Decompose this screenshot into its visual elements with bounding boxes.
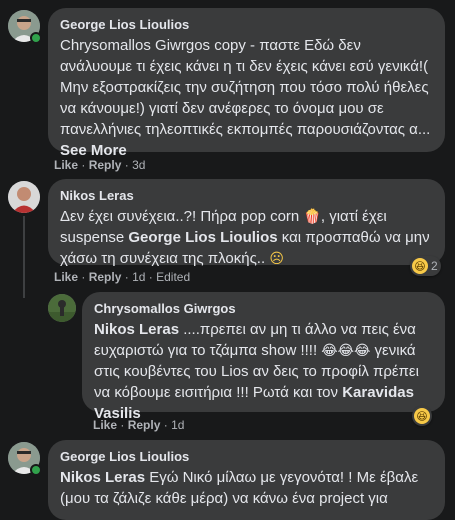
separator: · bbox=[124, 270, 129, 284]
separator: · bbox=[163, 418, 168, 432]
edited-label[interactable]: Edited bbox=[156, 270, 190, 284]
comment-text: Nikos Leras Εγώ Νικό μίλαω με γεγονότα! … bbox=[60, 467, 433, 509]
mention-link[interactable]: Nikos Leras bbox=[60, 469, 145, 486]
separator: · bbox=[124, 158, 129, 172]
like-button[interactable]: Like bbox=[54, 270, 78, 284]
comment-bubble: George Lios Lioulios Nikos Leras Εγώ Νικ… bbox=[48, 440, 445, 520]
comment-author[interactable]: George Lios Lioulios bbox=[60, 448, 433, 465]
online-status-indicator bbox=[30, 464, 42, 476]
reaction-count: 2 bbox=[431, 259, 438, 273]
comment-actions: Like · Reply · 1d bbox=[93, 418, 184, 432]
separator: · bbox=[148, 270, 153, 284]
comment-body: Chrysomallos Giwrgos copy - παστε Εδώ δε… bbox=[60, 37, 431, 138]
online-status-indicator bbox=[30, 32, 42, 44]
separator: · bbox=[81, 270, 86, 284]
profile-photo-icon bbox=[48, 294, 76, 322]
comment-author[interactable]: George Lios Lioulios bbox=[60, 16, 433, 33]
comment-timestamp[interactable]: 3d bbox=[132, 158, 145, 172]
comment-bubble: George Lios Lioulios Chrysomallos Giwrgo… bbox=[48, 8, 445, 159]
like-button[interactable]: Like bbox=[93, 418, 117, 432]
avatar[interactable] bbox=[48, 294, 76, 322]
reply-button[interactable]: Reply bbox=[89, 158, 122, 172]
frowning-face-icon: ☹ bbox=[269, 250, 284, 266]
comment-text: Δεν έχει συνέχεια..?! Πήρα pop corn 🍿, γ… bbox=[60, 206, 433, 269]
popcorn-icon: 🍿 bbox=[303, 208, 321, 224]
comment-timestamp[interactable]: 1d bbox=[132, 270, 145, 284]
haha-reaction-icon: 😆 bbox=[412, 258, 428, 274]
reaction-summary[interactable]: 😆 2 bbox=[410, 256, 441, 276]
comment-text: Nikos Leras ....πρεπει αν μη τι άλλο να … bbox=[94, 319, 433, 424]
reply-button[interactable]: Reply bbox=[128, 418, 161, 432]
mention-link[interactable]: Nikos Leras bbox=[94, 321, 179, 338]
comment-timestamp[interactable]: 1d bbox=[171, 418, 184, 432]
reply-button[interactable]: Reply bbox=[89, 270, 122, 284]
comment-body: Δεν έχει συνέχεια..?! Πήρα pop corn bbox=[60, 208, 300, 225]
avatar[interactable] bbox=[8, 181, 40, 213]
haha-reaction-icon: 😆 bbox=[414, 408, 430, 424]
separator: · bbox=[120, 418, 125, 432]
see-more-link[interactable]: See More bbox=[60, 142, 127, 159]
reaction-summary[interactable]: 😆 bbox=[412, 406, 432, 426]
separator: · bbox=[81, 158, 86, 172]
comment-author[interactable]: Chrysomallos Giwrgos bbox=[94, 300, 433, 317]
comment-author[interactable]: Nikos Leras bbox=[60, 187, 433, 204]
tears-of-joy-icon: 😂😂😂 bbox=[321, 342, 371, 358]
comment-actions: Like · Reply · 3d bbox=[54, 158, 145, 172]
comment-text: Chrysomallos Giwrgos copy - παστε Εδώ δε… bbox=[60, 35, 433, 161]
comment-bubble: Nikos Leras Δεν έχει συνέχεια..?! Πήρα p… bbox=[48, 179, 445, 267]
comment-bubble: Chrysomallos Giwrgos Nikos Leras ....πρε… bbox=[82, 292, 445, 422]
thread-connector bbox=[23, 216, 25, 298]
like-button[interactable]: Like bbox=[54, 158, 78, 172]
comment-actions: Like · Reply · 1d · Edited bbox=[54, 270, 190, 284]
profile-photo-icon bbox=[8, 181, 40, 213]
mention-link[interactable]: George Lios Lioulios bbox=[128, 229, 277, 246]
